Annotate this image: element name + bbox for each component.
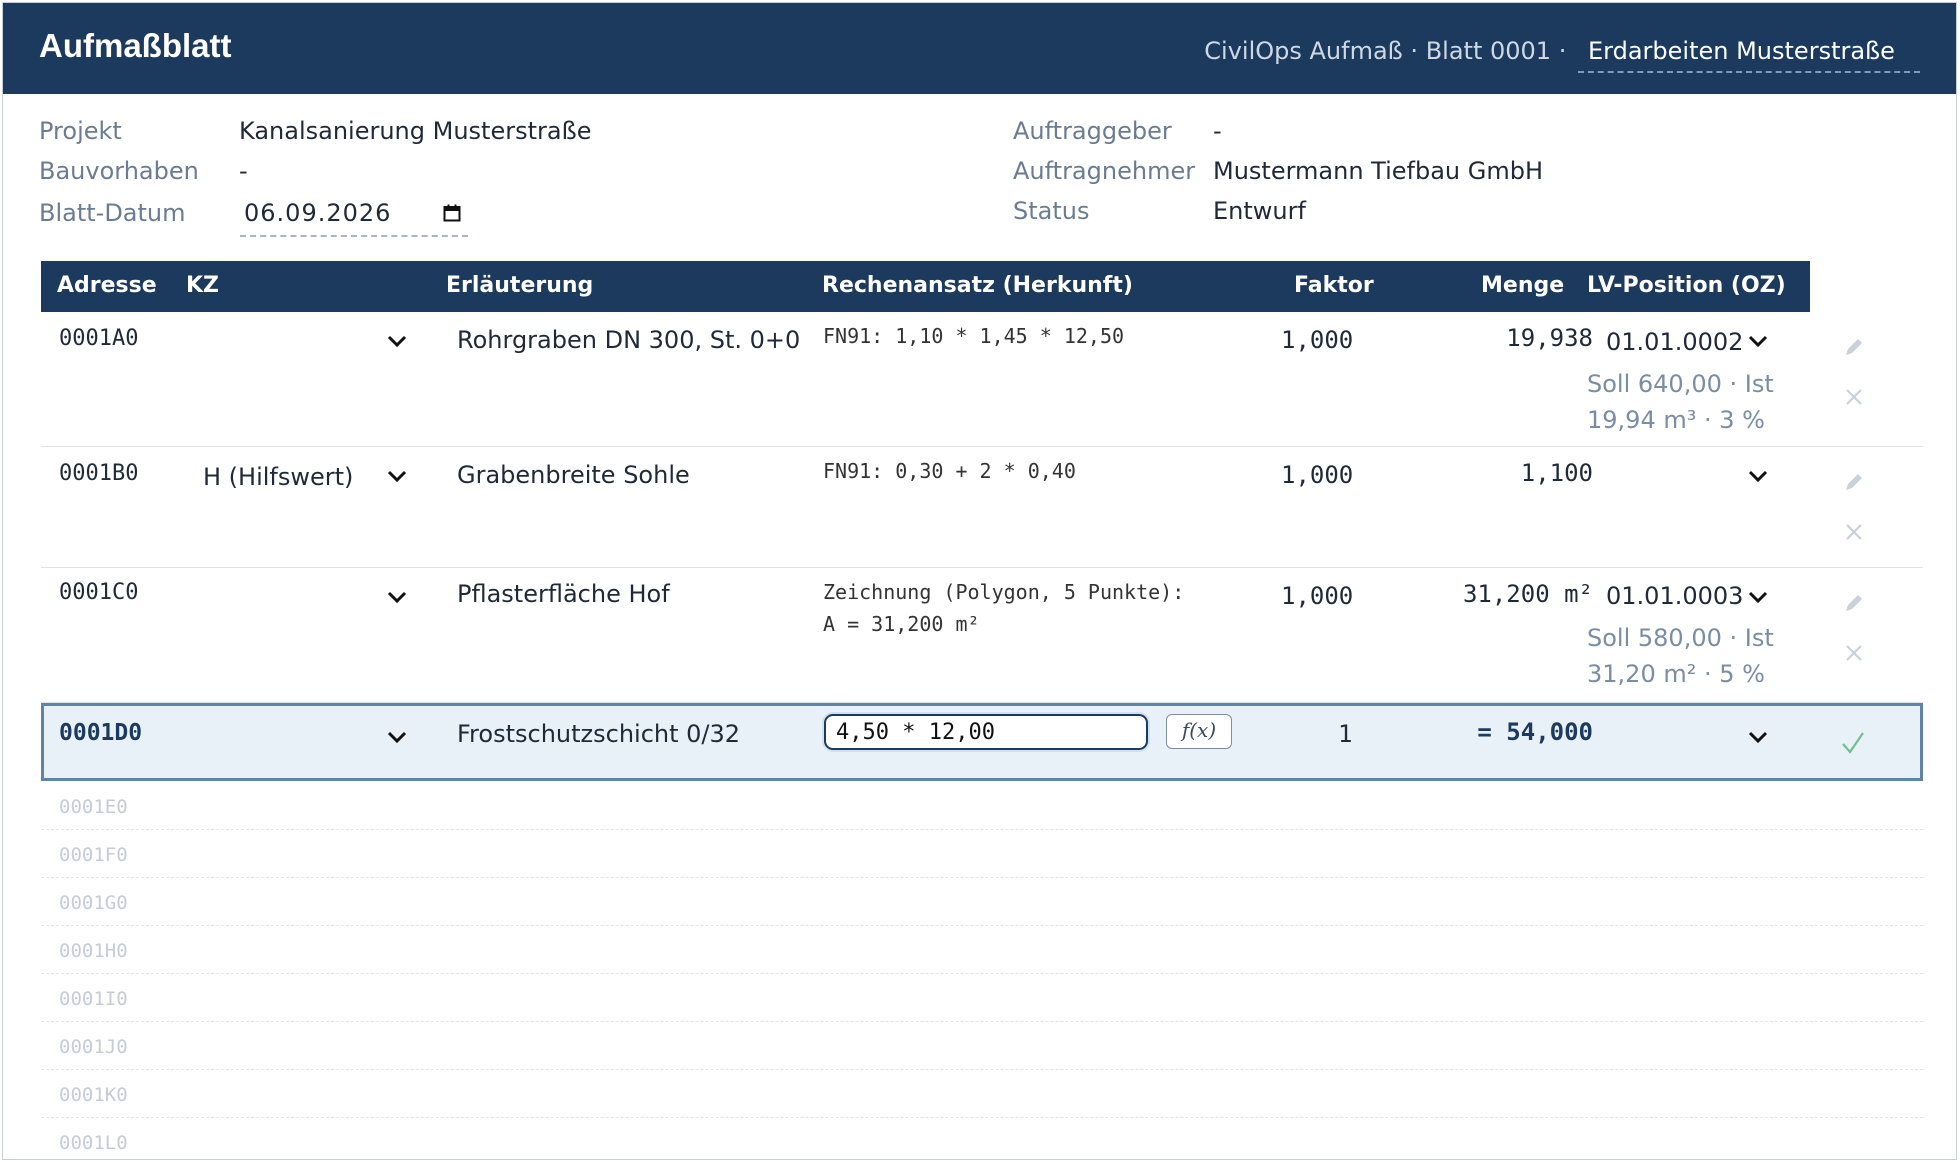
row-adresse: 0001D0 <box>59 720 143 746</box>
row-faktor[interactable]: 1,000 <box>1281 461 1353 489</box>
row-faktor[interactable]: 1,000 <box>1281 582 1353 610</box>
delete-x-icon[interactable] <box>1845 388 1863 406</box>
app-name: CivilOps Aufmaß <box>1204 37 1403 65</box>
col-adresse[interactable]: Adresse <box>57 273 157 298</box>
row-adresse: 0001L0 <box>59 1132 128 1154</box>
col-erlaeuterung[interactable]: Erläuterung <box>446 273 593 298</box>
row-faktor[interactable]: 1,000 <box>1281 326 1353 354</box>
projekt-value: Kanalsanierung Musterstraße <box>239 117 592 145</box>
sheet-ref: Blatt 0001 <box>1425 37 1552 65</box>
row-menge: 1,100 <box>1520 459 1593 487</box>
bauvorhaben-label: Bauvorhaben <box>39 157 199 185</box>
row-rechenansatz-result: A = 31,200 m² <box>823 612 980 636</box>
empty-row[interactable]: 0001I0 <box>41 974 1923 1022</box>
formula-function-button[interactable]: f(x) <box>1166 714 1232 749</box>
active-edit-row[interactable]: 0001D0 Frostschutzschicht 0/32 f(x) 1 = … <box>41 703 1923 781</box>
blatt-datum-field[interactable]: 06.09.2026 <box>240 199 468 237</box>
delete-x-icon[interactable] <box>1845 644 1863 662</box>
row-adresse: 0001G0 <box>59 892 128 914</box>
auftragnehmer-value: Mustermann Tiefbau GmbH <box>1213 157 1544 185</box>
row-adresse: 0001H0 <box>59 940 128 962</box>
row-erlaeuterung[interactable]: Frostschutzschicht 0/32 <box>457 720 740 748</box>
row-soll-ist: Soll 580,00 · Ist <box>1587 624 1774 652</box>
row-erlaeuterung[interactable]: Grabenbreite Sohle <box>457 461 690 489</box>
datum-label: Blatt-Datum <box>39 199 186 227</box>
row-soll-ist: 31,20 m² · 5 % <box>1587 660 1765 688</box>
empty-row[interactable]: 0001H0 <box>41 926 1923 974</box>
grid-header: Adresse KZ Erläuterung Rechenansatz (Her… <box>41 261 1810 312</box>
row-soll-ist: Soll 640,00 · Ist <box>1587 370 1774 398</box>
auftraggeber-value: - <box>1213 117 1222 145</box>
row-oz[interactable]: 01.01.0002 <box>1606 328 1743 356</box>
breadcrumb-separator: · <box>1410 37 1419 65</box>
formula-input[interactable] <box>824 714 1148 750</box>
empty-row[interactable]: 0001K0 <box>41 1070 1923 1118</box>
oz-chevron-down-icon[interactable] <box>1747 730 1769 744</box>
col-rechenansatz[interactable]: Rechenansatz (Herkunft) <box>822 273 1133 298</box>
row-menge: = 54,000 <box>1477 718 1593 746</box>
row-adresse: 0001J0 <box>59 1036 128 1058</box>
row-adresse: 0001F0 <box>59 844 128 866</box>
empty-row[interactable]: 0001E0 <box>41 782 1923 830</box>
top-bar: Aufmaßblatt CivilOps Aufmaß · Blatt 0001… <box>3 3 1956 94</box>
projekt-label: Projekt <box>39 117 122 145</box>
row-faktor[interactable]: 1 <box>1338 720 1352 748</box>
kz-chevron-down-icon[interactable] <box>386 334 408 348</box>
row-rechenansatz[interactable]: FN91: 0,30 + 2 * 0,40 <box>823 455 1076 487</box>
row-adresse: 0001I0 <box>59 988 128 1010</box>
edit-pencil-icon[interactable] <box>1843 471 1865 493</box>
aufmass-window: Aufmaßblatt CivilOps Aufmaß · Blatt 0001… <box>2 2 1957 1160</box>
table-row[interactable]: 0001C0 Pflasterfläche Hof Zeichnung (Pol… <box>41 568 1923 703</box>
breadcrumb-separator: · <box>1558 37 1567 65</box>
confirm-check-icon[interactable] <box>1840 730 1866 756</box>
row-kz[interactable]: H (Hilfswert) <box>203 463 353 491</box>
col-menge[interactable]: Menge <box>1481 273 1564 298</box>
bauvorhaben-value: - <box>239 157 248 185</box>
row-adresse: 0001A0 <box>59 326 139 351</box>
row-rechenansatz[interactable]: FN91: 1,10 * 1,45 * 12,50 <box>823 320 1124 352</box>
calendar-icon[interactable] <box>443 204 461 222</box>
row-oz[interactable]: 01.01.0003 <box>1606 582 1743 610</box>
table-row[interactable]: 0001B0 H (Hilfswert) Grabenbreite Sohle … <box>41 447 1923 568</box>
kz-chevron-down-icon[interactable] <box>386 590 408 604</box>
oz-chevron-down-icon[interactable] <box>1747 334 1769 348</box>
empty-row[interactable]: 0001L0 <box>41 1118 1923 1159</box>
auftraggeber-label: Auftraggeber <box>1013 117 1172 145</box>
sheet-breadcrumb: CivilOps Aufmaß · Blatt 0001 · Erdarbeit… <box>1204 37 1920 73</box>
row-menge: 31,200 m² <box>1462 580 1593 608</box>
empty-row[interactable]: 0001F0 <box>41 830 1923 878</box>
edit-pencil-icon[interactable] <box>1843 336 1865 358</box>
kz-chevron-down-icon[interactable] <box>386 730 408 744</box>
table-row[interactable]: 0001A0 Rohrgraben DN 300, St. 0+0 FN91: … <box>41 312 1923 447</box>
oz-chevron-down-icon[interactable] <box>1747 469 1769 483</box>
col-kz[interactable]: KZ <box>186 273 219 298</box>
page-title: Aufmaßblatt <box>39 27 232 64</box>
empty-row[interactable]: 0001J0 <box>41 1022 1923 1070</box>
row-rechenansatz[interactable]: Zeichnung (Polygon, 5 Punkte): <box>823 576 1184 608</box>
status-label: Status <box>1013 197 1090 225</box>
col-faktor[interactable]: Faktor <box>1294 273 1374 298</box>
row-adresse: 0001E0 <box>59 796 128 818</box>
oz-chevron-down-icon[interactable] <box>1747 590 1769 604</box>
auftragnehmer-label: Auftragnehmer <box>1013 157 1196 185</box>
delete-x-icon[interactable] <box>1845 523 1863 541</box>
blatt-datum-value: 06.09.2026 <box>244 199 392 227</box>
row-soll-ist: 19,94 m³ · 3 % <box>1587 406 1765 434</box>
col-lv-position[interactable]: LV-Position (OZ) <box>1587 273 1786 298</box>
row-erlaeuterung[interactable]: Rohrgraben DN 300, St. 0+0 <box>457 326 800 354</box>
row-erlaeuterung[interactable]: Pflasterfläche Hof <box>457 580 670 608</box>
sheet-name-field[interactable]: Erdarbeiten Musterstraße <box>1578 37 1920 73</box>
empty-row[interactable]: 0001G0 <box>41 878 1923 926</box>
row-adresse: 0001K0 <box>59 1084 128 1106</box>
status-value: Entwurf <box>1213 197 1306 225</box>
row-menge: 19,938 <box>1506 324 1593 352</box>
row-adresse: 0001B0 <box>59 461 139 486</box>
kz-chevron-down-icon[interactable] <box>386 469 408 483</box>
row-adresse: 0001C0 <box>59 580 139 605</box>
edit-pencil-icon[interactable] <box>1843 592 1865 614</box>
